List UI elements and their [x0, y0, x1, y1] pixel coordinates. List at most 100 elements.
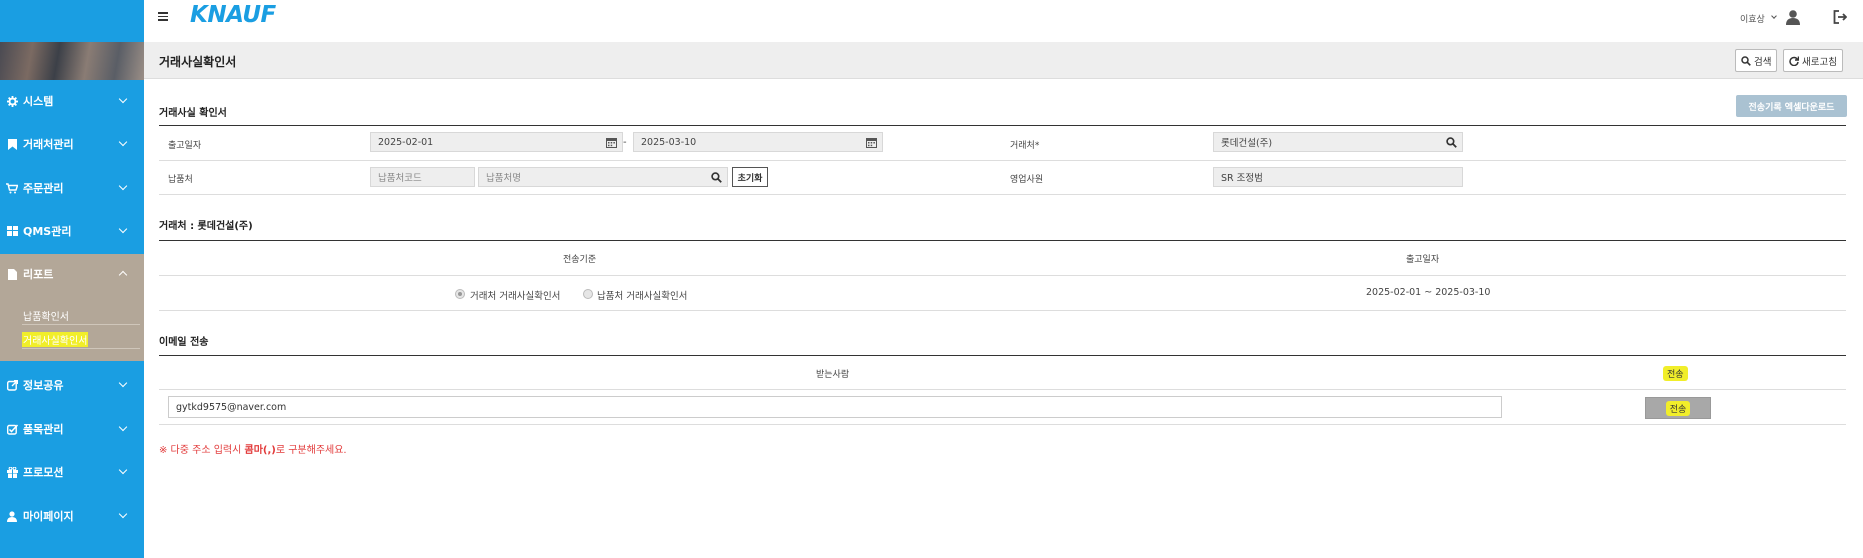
- radio-delivery-confirmation[interactable]: [583, 289, 593, 299]
- page-header: 거래사실확인서 검색 새로고침: [144, 42, 1863, 79]
- top-bar: KNAUF 이효상: [144, 0, 1863, 42]
- email-recipient-input[interactable]: gytkd9575@naver.com: [168, 396, 1502, 418]
- divider: [159, 240, 1846, 241]
- bookmark-icon: [6, 138, 18, 150]
- delivery-code-input[interactable]: 납품처코드: [370, 167, 475, 187]
- hamburger-menu-icon[interactable]: [158, 12, 168, 21]
- client-value: 롯데건설(주): [1221, 138, 1273, 149]
- sidebar-item-system[interactable]: 시스템: [0, 89, 144, 113]
- calendar-icon[interactable]: [606, 137, 617, 148]
- sidebar-item-label: 거래처관리: [23, 138, 74, 151]
- sidebar-item-label: 마이페이지: [23, 510, 74, 523]
- divider: [159, 125, 1846, 126]
- search-icon[interactable]: [711, 172, 722, 183]
- chevron-down-icon: [118, 224, 128, 234]
- divider: [159, 194, 1846, 195]
- multi-address-note: ※ 다중 주소 입력시 콤마(,)로 구분해주세요.: [159, 445, 347, 456]
- sidebar-item-promotion[interactable]: 프로모션: [0, 460, 144, 484]
- sidebar-item-label: 시스템: [23, 95, 54, 108]
- sidebar-item-report[interactable]: 리포트: [0, 262, 144, 286]
- sidebar-subitem-transaction-confirmation[interactable]: 거래사실확인서: [22, 332, 89, 347]
- client-input[interactable]: 롯데건설(주): [1213, 132, 1463, 152]
- chevron-down-icon: [118, 465, 128, 475]
- divider: [159, 389, 1846, 390]
- column-header-basis: 전송기준: [563, 255, 597, 265]
- sidebar-report-section: 리포트 납품확인서 거래사실확인서: [0, 254, 144, 361]
- date-separator: -: [623, 137, 627, 148]
- column-header-recipient: 받는사람: [816, 370, 850, 380]
- reset-button[interactable]: 초기화: [732, 167, 768, 187]
- grid-icon: [6, 225, 18, 237]
- chevron-down-icon: [118, 94, 128, 104]
- excel-download-button[interactable]: 전송기록 엑셀다운로드: [1736, 95, 1847, 117]
- user-icon: [6, 510, 18, 522]
- checklist-icon: [6, 423, 18, 435]
- radio-client-confirmation[interactable]: [455, 289, 465, 299]
- send-button[interactable]: 전송: [1645, 397, 1711, 419]
- gear-icon: [6, 95, 18, 107]
- divider: [159, 160, 1846, 161]
- knauf-logo[interactable]: KNAUF: [190, 2, 276, 28]
- date-range-value: 2025-02-01 ~ 2025-03-10: [1366, 287, 1491, 298]
- delivery-name-placeholder: 납품처명: [486, 173, 521, 184]
- refresh-icon: [1789, 56, 1799, 66]
- refresh-button-label: 새로고침: [1802, 56, 1837, 68]
- sidebar-item-product-management[interactable]: 품목관리: [0, 417, 144, 441]
- page-title: 거래사실확인서: [159, 55, 237, 69]
- sidebar-item-label: QMS관리: [23, 225, 72, 238]
- divider: [159, 424, 1846, 425]
- chevron-down-icon: [118, 137, 128, 147]
- sidebar-subitem-delivery-confirmation[interactable]: 납품확인서: [23, 308, 69, 323]
- search-icon: [1741, 55, 1751, 66]
- client-label: 거래처*: [1010, 141, 1040, 151]
- refresh-button[interactable]: 새로고침: [1783, 49, 1843, 72]
- search-button[interactable]: 검색: [1735, 49, 1778, 72]
- divider: [159, 275, 1846, 276]
- sidebar-item-info-sharing[interactable]: 정보공유: [0, 373, 144, 397]
- sidebar-item-label: 주문관리: [23, 182, 64, 195]
- sidebar-item-label: 프로모션: [23, 466, 64, 479]
- sales-rep-label: 영업사원: [1010, 175, 1044, 185]
- client-section-title: 거래처 : 롯데건설(주): [159, 221, 253, 232]
- date-to-value: 2025-03-10: [641, 136, 697, 148]
- calendar-icon[interactable]: [866, 137, 877, 148]
- sidebar-item-client-management[interactable]: 거래처관리: [0, 132, 144, 156]
- share-icon: [6, 379, 18, 391]
- delivery-label: 납품처: [168, 175, 193, 185]
- avatar-icon[interactable]: [1785, 9, 1801, 25]
- user-name[interactable]: 이효상: [1740, 12, 1765, 25]
- date-from-value: 2025-02-01: [378, 136, 434, 148]
- sidebar-item-label: 품목관리: [23, 423, 64, 436]
- sidebar-item-label: 리포트: [23, 268, 54, 281]
- sidebar-item-label: 정보공유: [23, 379, 64, 392]
- sidebar-banner-image: [0, 42, 144, 80]
- date-from-input[interactable]: 2025-02-01: [370, 132, 623, 152]
- chevron-down-icon: [118, 422, 128, 432]
- sidebar-item-my-page[interactable]: 마이페이지: [0, 504, 144, 528]
- delivery-name-input[interactable]: 납품처명: [478, 167, 728, 187]
- sales-rep-field: SR 조정범: [1213, 167, 1463, 187]
- chevron-up-icon: [118, 270, 128, 280]
- divider: [159, 355, 1846, 356]
- send-button-label: 전송: [1665, 400, 1691, 416]
- divider: [22, 324, 140, 325]
- email-section-title: 이메일 전송: [159, 337, 209, 348]
- column-header-send: 전송: [1663, 366, 1688, 381]
- radio-delivery-label[interactable]: 납품처 거래사실확인서: [597, 288, 687, 302]
- divider: [159, 310, 1846, 311]
- divider: [22, 348, 140, 349]
- sidebar-item-qms-management[interactable]: QMS관리: [0, 219, 144, 243]
- date-to-input[interactable]: 2025-03-10: [633, 132, 883, 152]
- gift-icon: [6, 466, 18, 478]
- chevron-down-icon[interactable]: [1771, 13, 1777, 19]
- search-icon[interactable]: [1446, 137, 1457, 148]
- chevron-down-icon: [118, 378, 128, 388]
- search-form-title: 거래사실 확인서: [159, 108, 227, 119]
- chevron-down-icon: [118, 509, 128, 519]
- sidebar-item-order-management[interactable]: 주문관리: [0, 176, 144, 200]
- ship-date-label: 출고일자: [168, 141, 202, 151]
- radio-client-label[interactable]: 거래처 거래사실확인서: [470, 288, 560, 302]
- logout-icon[interactable]: [1833, 9, 1848, 24]
- cart-icon: [6, 182, 18, 194]
- search-button-label: 검색: [1754, 56, 1772, 68]
